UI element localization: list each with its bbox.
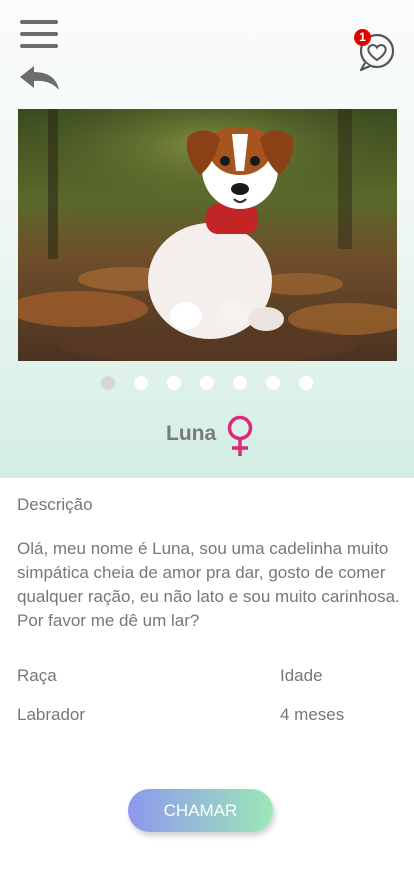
hamburger-menu-icon (20, 32, 58, 36)
carousel-dot[interactable] (299, 376, 313, 390)
female-symbol-icon (227, 415, 253, 456)
carousel-dot[interactable] (134, 376, 148, 390)
menu-button[interactable] (20, 20, 58, 48)
reply-arrow-icon (20, 66, 59, 90)
carousel-dot[interactable] (167, 376, 181, 390)
age-value: 4 meses (280, 705, 345, 724)
carousel-dot[interactable] (101, 376, 115, 390)
breed-label: Raça (17, 666, 57, 685)
hamburger-menu-icon (20, 20, 58, 24)
hamburger-menu-icon (20, 44, 58, 48)
age-label: Idade (280, 666, 323, 685)
carousel-dot[interactable] (266, 376, 280, 390)
call-button[interactable]: CHAMAR (128, 789, 273, 832)
back-button[interactable] (18, 64, 62, 92)
notification-badge: 1 (354, 29, 371, 46)
favorites-button[interactable]: 1 (354, 29, 396, 72)
carousel-dot[interactable] (233, 376, 247, 390)
breed-value: Labrador (17, 705, 86, 724)
photo-carousel-dots (0, 376, 414, 390)
description-label: Descrição (17, 495, 93, 514)
carousel-dot[interactable] (200, 376, 214, 390)
puppy-photo[interactable] (18, 109, 397, 361)
profile-header: 1 Luna (0, 0, 414, 478)
description-text: Olá, meu nome é Luna, sou uma cadelinha … (17, 539, 400, 630)
pet-name: Luna (166, 422, 217, 445)
